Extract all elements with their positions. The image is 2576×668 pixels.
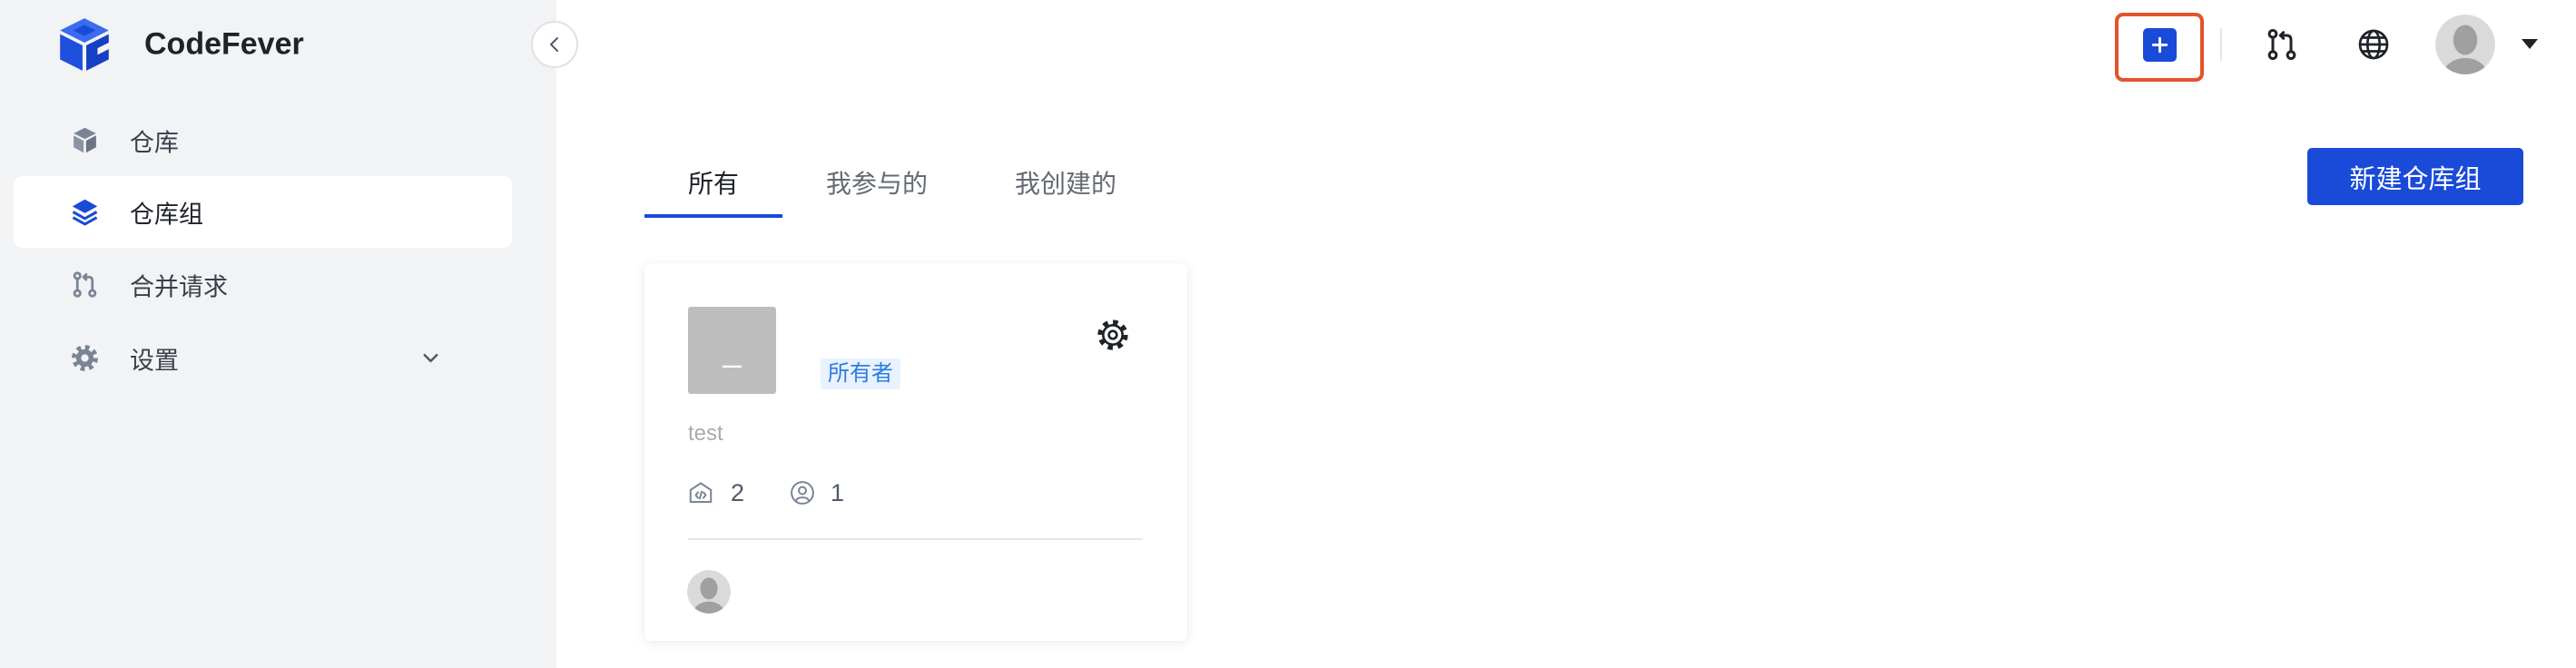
new-repository-group-button[interactable]: 新建仓库组: [2307, 148, 2523, 205]
globe-icon: [2358, 29, 2389, 60]
chevron-left-icon: [550, 37, 558, 52]
sidebar-item-label: 合并请求: [130, 273, 228, 300]
sidebar-item-label: 仓库: [130, 129, 179, 156]
tab-participated[interactable]: 我参与的: [782, 154, 971, 218]
merge-requests-button[interactable]: [2264, 26, 2300, 63]
sidebar-item-repository-groups[interactable]: 仓库组: [14, 176, 512, 248]
sidebar-item-settings[interactable]: 设置: [14, 322, 512, 394]
owner-avatar[interactable]: [687, 570, 731, 614]
avatar-icon: [2435, 15, 2495, 74]
group-description: test: [688, 421, 723, 446]
brand-logo-link[interactable]: CodeFever: [54, 15, 309, 74]
user-avatar-button[interactable]: [2435, 15, 2495, 74]
tab-all[interactable]: 所有: [644, 154, 783, 218]
codefever-logo-icon: [60, 18, 109, 71]
plus-icon: [2151, 36, 2168, 54]
sidebar-item-label: 设置: [130, 347, 179, 374]
user-icon: [789, 479, 816, 506]
repo-code-icon: [687, 479, 714, 506]
gear-icon: [1097, 319, 1128, 350]
pull-request-icon: [70, 270, 100, 300]
tab-created[interactable]: 我创建的: [971, 154, 1160, 218]
member-count: 1: [831, 479, 845, 506]
repository-group-card[interactable]: _ 所有者 test 2 1: [644, 263, 1187, 641]
caret-down-icon[interactable]: [2522, 39, 2538, 50]
role-badge: 所有者: [821, 359, 900, 389]
sidebar-collapse-button[interactable]: [531, 21, 578, 68]
group-avatar: _: [688, 307, 776, 394]
language-button[interactable]: [2355, 26, 2392, 63]
sidebar-item-repositories[interactable]: 仓库: [14, 104, 512, 176]
header-divider: [2220, 28, 2222, 61]
group-filter-tabs: 所有 我参与的 我创建的: [644, 154, 1160, 218]
sidebar-item-merge-requests[interactable]: 合并请求: [14, 249, 512, 320]
pull-request-icon: [2267, 29, 2296, 61]
avatar-icon: [687, 570, 731, 614]
layers-icon: [70, 197, 100, 227]
sidebar-item-label: 仓库组: [130, 201, 203, 228]
card-divider: [688, 538, 1143, 540]
chevron-down-icon[interactable]: [418, 346, 443, 370]
cube-icon: [70, 125, 100, 155]
group-settings-button[interactable]: [1095, 317, 1131, 353]
app-name: CodeFever: [144, 26, 304, 62]
create-button[interactable]: [2143, 28, 2177, 62]
sidebar: CodeFever 仓库 仓库组 合并请求 设置: [0, 0, 556, 668]
repo-count: 2: [731, 479, 745, 506]
gear-icon: [70, 343, 100, 373]
